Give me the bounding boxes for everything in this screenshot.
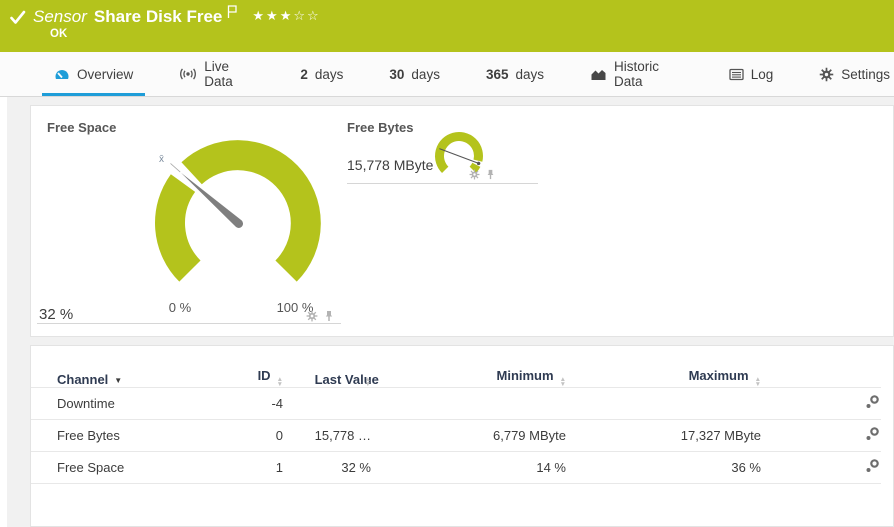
tab-label: days <box>515 67 544 82</box>
tab-settings[interactable]: Settings <box>815 52 894 96</box>
tab-label: Settings <box>841 67 890 82</box>
sort-icon: ▲▼ <box>560 378 566 387</box>
tab-bar: Overview Live Data 2 days 30 days 365 da… <box>0 52 894 97</box>
channel-maximum: 17,327 MByte <box>566 420 761 452</box>
sensor-status-text: OK <box>50 28 67 40</box>
tile-action-icons <box>306 310 335 322</box>
table-header-row: Channel ▼ ID ▲▼ Last Value ▲▼ Minimum ▲▼ Max… <box>31 368 881 388</box>
channel-name: Free Bytes <box>31 420 232 452</box>
gauge-min-label: 0 % <box>150 300 210 315</box>
status-check-icon <box>10 10 26 25</box>
broadcast-icon <box>179 67 197 81</box>
free-bytes-gauge-tile: Free Bytes 15,778 MByte <box>347 114 538 184</box>
channel-settings-icon[interactable] <box>865 426 881 442</box>
sort-descending-icon: ▼ <box>114 376 122 385</box>
tab-label: days <box>411 67 440 82</box>
column-label: Channel <box>57 372 108 387</box>
channel-actions <box>761 452 881 484</box>
column-header-maximum[interactable]: Maximum ▲▼ <box>566 368 761 388</box>
column-header-minimum[interactable]: Minimum ▲▼ <box>371 368 566 388</box>
column-header-channel[interactable]: Channel ▼ <box>31 368 232 388</box>
channel-id: 1 <box>232 452 283 484</box>
tab-30-days[interactable]: 30 days <box>385 52 444 96</box>
gauge-title: Free Bytes <box>347 120 413 135</box>
overview-gauges-panel: Free Space x̄ 0 % 100 % 32 % <box>30 105 894 337</box>
channel-last-value: 15,778 … <box>283 420 371 452</box>
free-space-gauge <box>143 128 333 288</box>
tab-label: Live Data <box>204 59 254 89</box>
channel-gear-icon[interactable] <box>306 310 318 322</box>
channel-settings-icon[interactable] <box>865 394 881 410</box>
gear-icon <box>819 67 834 82</box>
pin-icon[interactable] <box>485 169 496 180</box>
tab-label-number: 2 <box>300 67 308 82</box>
channel-last-value: 32 % <box>283 452 371 484</box>
channel-minimum <box>371 388 566 420</box>
column-header-id[interactable]: ID ▲▼ <box>232 368 283 388</box>
column-label: Minimum <box>497 368 554 383</box>
sensor-title-row: Sensor Share Disk Free ★★★☆☆ <box>10 7 321 27</box>
priority-stars[interactable]: ★★★☆☆ <box>252 8 320 24</box>
log-list-icon <box>729 68 744 81</box>
channel-actions <box>761 420 881 452</box>
channel-minimum: 6,779 MByte <box>371 420 566 452</box>
priority-flag-icon[interactable] <box>227 5 238 19</box>
tab-historic-data[interactable]: Historic Data <box>586 52 687 96</box>
sensor-name: Share Disk Free <box>94 7 223 27</box>
page-left-edge <box>0 52 7 527</box>
channel-maximum <box>566 388 761 420</box>
channel-minimum: 14 % <box>371 452 566 484</box>
channel-id: -4 <box>232 388 283 420</box>
column-header-actions <box>761 368 881 388</box>
sort-icon: ▲▼ <box>365 378 371 387</box>
tab-label: Log <box>751 67 774 82</box>
channels-table-panel: Channel ▼ ID ▲▼ Last Value ▲▼ Minimum ▲▼ Max… <box>30 345 894 527</box>
column-label: Maximum <box>689 368 749 383</box>
channel-actions <box>761 388 881 420</box>
tab-365-days[interactable]: 365 days <box>482 52 548 96</box>
object-type-label: Sensor <box>33 7 87 27</box>
free-space-gauge-tile: Free Space x̄ 0 % 100 % 32 % <box>37 114 341 324</box>
tab-2-days[interactable]: 2 days <box>296 52 347 96</box>
area-chart-icon <box>590 67 607 81</box>
tab-overview[interactable]: Overview <box>50 52 137 96</box>
tab-label-number: 30 <box>389 67 404 82</box>
gauge-title: Free Space <box>47 120 116 135</box>
average-marker: x̄ <box>159 154 164 165</box>
channel-last-value <box>283 388 371 420</box>
channel-maximum: 36 % <box>566 452 761 484</box>
sort-icon: ▲▼ <box>277 378 283 387</box>
channel-id: 0 <box>232 420 283 452</box>
tab-live-data[interactable]: Live Data <box>175 52 258 96</box>
channel-name: Free Space <box>31 452 232 484</box>
table-row-downtime[interactable]: Downtime -4 <box>31 388 881 420</box>
gauge-icon <box>54 66 70 82</box>
tile-action-icons <box>469 169 496 180</box>
column-header-last-value[interactable]: Last Value ▲▼ <box>283 368 371 388</box>
sort-icon: ▲▼ <box>755 378 761 387</box>
column-label: ID <box>258 368 271 383</box>
tab-log[interactable]: Log <box>725 52 778 96</box>
channel-gear-icon[interactable] <box>469 169 480 180</box>
channel-settings-icon[interactable] <box>865 458 881 474</box>
table-row-free-bytes[interactable]: Free Bytes 0 15,778 … 6,779 MByte 17,327… <box>31 420 881 452</box>
tab-label: Historic Data <box>614 59 683 89</box>
sensor-status-header: Sensor Share Disk Free ★★★☆☆ OK <box>0 0 894 52</box>
column-label: Last Value <box>315 372 359 387</box>
channels-table: Channel ▼ ID ▲▼ Last Value ▲▼ Minimum ▲▼ Max… <box>31 368 881 484</box>
tab-label: days <box>315 67 344 82</box>
tab-label: Overview <box>77 67 133 82</box>
channel-name: Downtime <box>31 388 232 420</box>
pin-icon[interactable] <box>323 310 335 322</box>
free-space-value: 32 % <box>39 306 73 323</box>
tab-label-number: 365 <box>486 67 509 82</box>
table-row-free-space[interactable]: Free Space 1 32 % 14 % 36 % <box>31 452 881 484</box>
free-bytes-value: 15,778 MByte <box>347 157 433 173</box>
